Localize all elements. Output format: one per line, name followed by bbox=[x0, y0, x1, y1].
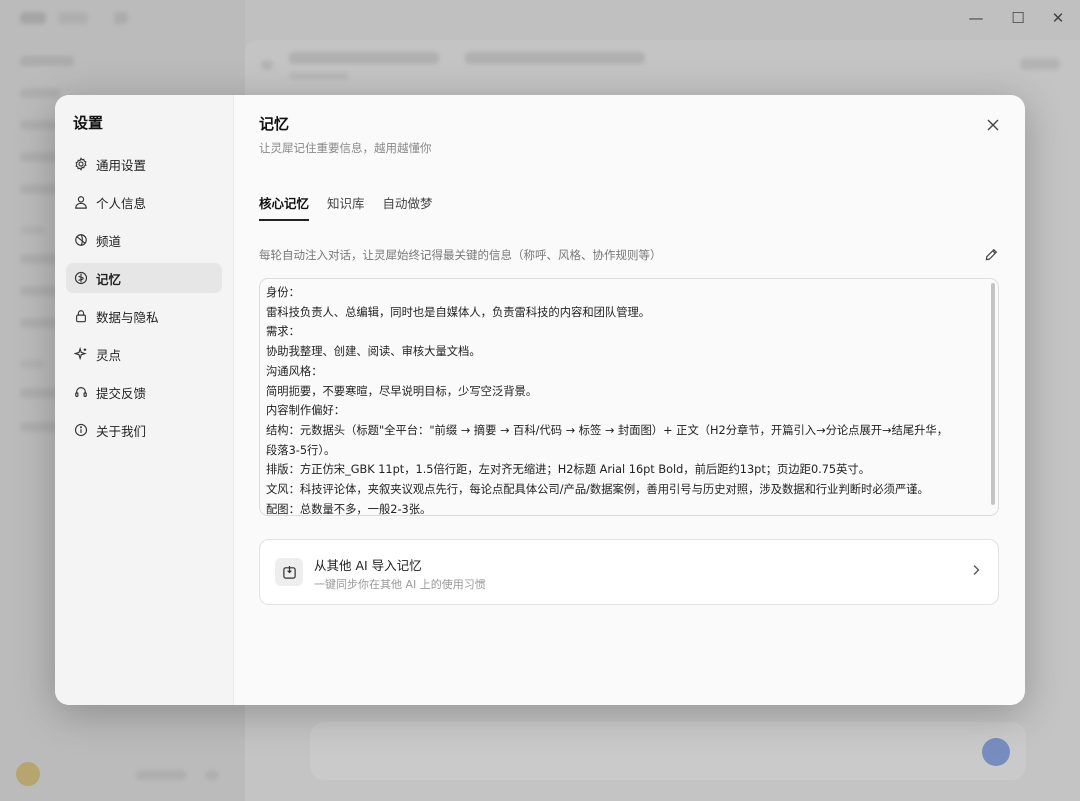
nav-label: 通用设置 bbox=[96, 157, 147, 173]
settings-nav: 通用设置 个人信息 频道 记忆 数据与隐私 灵点 提交反馈 关于我们 bbox=[66, 149, 222, 445]
lock-icon bbox=[74, 309, 88, 323]
nav-label: 数据与隐私 bbox=[96, 309, 159, 325]
memory-line: 雷科技负责人、总编辑，同时也是自媒体人，负责雷科技的内容和团队管理。 bbox=[266, 305, 651, 319]
memory-line: 沟通风格： bbox=[266, 364, 323, 378]
nav-item-points[interactable]: 灵点 bbox=[66, 339, 222, 369]
info-icon bbox=[74, 423, 88, 437]
import-memory-card[interactable]: 从其他 AI 导入记忆 一键同步你在其他 AI 上的使用习惯 bbox=[259, 539, 999, 605]
edit-memory-button[interactable] bbox=[983, 247, 999, 263]
channel-icon bbox=[74, 233, 88, 247]
tab-knowledge-base[interactable]: 知识库 bbox=[327, 193, 365, 221]
nav-label: 频道 bbox=[96, 233, 122, 249]
sparkle-icon bbox=[74, 347, 88, 361]
memory-line: 文风：科技评论体，夹叙夹议观点先行，每论点配具体公司/产品/数据案例，善用引号与… bbox=[266, 483, 929, 497]
nav-item-profile[interactable]: 个人信息 bbox=[66, 187, 222, 217]
memory-line: 身份： bbox=[266, 286, 300, 299]
page-subtitle: 让灵犀记住重要信息，越用越懂你 bbox=[259, 141, 432, 155]
memory-line: 协助我整理、创建、阅读、审核大量文档。 bbox=[266, 345, 481, 359]
nav-label: 个人信息 bbox=[96, 195, 147, 211]
page-title: 记忆 bbox=[259, 115, 290, 133]
chevron-right-icon bbox=[972, 564, 980, 580]
import-subtitle: 一键同步你在其他 AI 上的使用习惯 bbox=[314, 578, 486, 591]
user-icon bbox=[74, 195, 88, 209]
feedback-icon bbox=[74, 385, 88, 399]
nav-label: 提交反馈 bbox=[96, 385, 147, 401]
memory-description: 每轮自动注入对话，让灵犀始终记得最关键的信息（称呼、风格、协作规则等） bbox=[259, 248, 662, 262]
pencil-icon bbox=[985, 246, 998, 265]
nav-item-channel[interactable]: 频道 bbox=[66, 225, 222, 255]
nav-item-about[interactable]: 关于我们 bbox=[66, 415, 222, 445]
gear-icon bbox=[74, 157, 88, 171]
close-icon bbox=[987, 116, 999, 135]
dialog-close-button[interactable] bbox=[983, 115, 1003, 135]
nav-label: 灵点 bbox=[96, 347, 122, 363]
settings-title: 设置 bbox=[73, 114, 104, 132]
memory-panel: 记忆 让灵犀记住重要信息，越用越懂你 核心记忆 知识库 自动做梦 每轮自动注入对… bbox=[234, 95, 1025, 705]
core-memory-textarea[interactable]: 身份： 雷科技负责人、总编辑，同时也是自媒体人，负责雷科技的内容和团队管理。 需… bbox=[259, 278, 999, 516]
memory-line: 结构：元数据头（标题"全平台："前缀 → 摘要 → 百科/代码 → 标签 → 封… bbox=[266, 423, 949, 437]
memory-line: 排版：方正仿宋_GBK 11pt，1.5倍行距，左对齐无缩进；H2标题 Aria… bbox=[266, 463, 870, 477]
scrollbar-thumb[interactable] bbox=[991, 283, 995, 505]
nav-item-privacy[interactable]: 数据与隐私 bbox=[66, 301, 222, 331]
tab-core-memory[interactable]: 核心记忆 bbox=[259, 193, 310, 221]
nav-label: 记忆 bbox=[96, 271, 122, 287]
nav-item-general[interactable]: 通用设置 bbox=[66, 149, 222, 179]
nav-item-feedback[interactable]: 提交反馈 bbox=[66, 377, 222, 407]
memory-line: 内容制作偏好： bbox=[266, 404, 346, 418]
memory-icon bbox=[74, 271, 88, 285]
memory-line: 段落3-5行）。 bbox=[266, 443, 336, 457]
tab-auto-dream[interactable]: 自动做梦 bbox=[383, 193, 433, 221]
memory-line: 简明扼要，不要寒暄，尽早说明目标，少写空泛背景。 bbox=[266, 384, 538, 398]
import-title: 从其他 AI 导入记忆 bbox=[314, 558, 422, 573]
import-icon bbox=[275, 558, 303, 586]
nav-label: 关于我们 bbox=[96, 423, 147, 439]
nav-item-memory[interactable]: 记忆 bbox=[66, 263, 222, 293]
memory-tabs: 核心记忆 知识库 自动做梦 bbox=[259, 193, 433, 221]
settings-sidebar: 设置 通用设置 个人信息 频道 记忆 数据与隐私 灵点 提交反馈 关于我们 bbox=[55, 95, 234, 705]
memory-line: 配图：总数量不多，一般2-3张。 bbox=[266, 502, 432, 516]
memory-line: 需求： bbox=[266, 325, 300, 339]
settings-dialog: 设置 通用设置 个人信息 频道 记忆 数据与隐私 灵点 提交反馈 关于我们 记忆… bbox=[55, 95, 1025, 705]
